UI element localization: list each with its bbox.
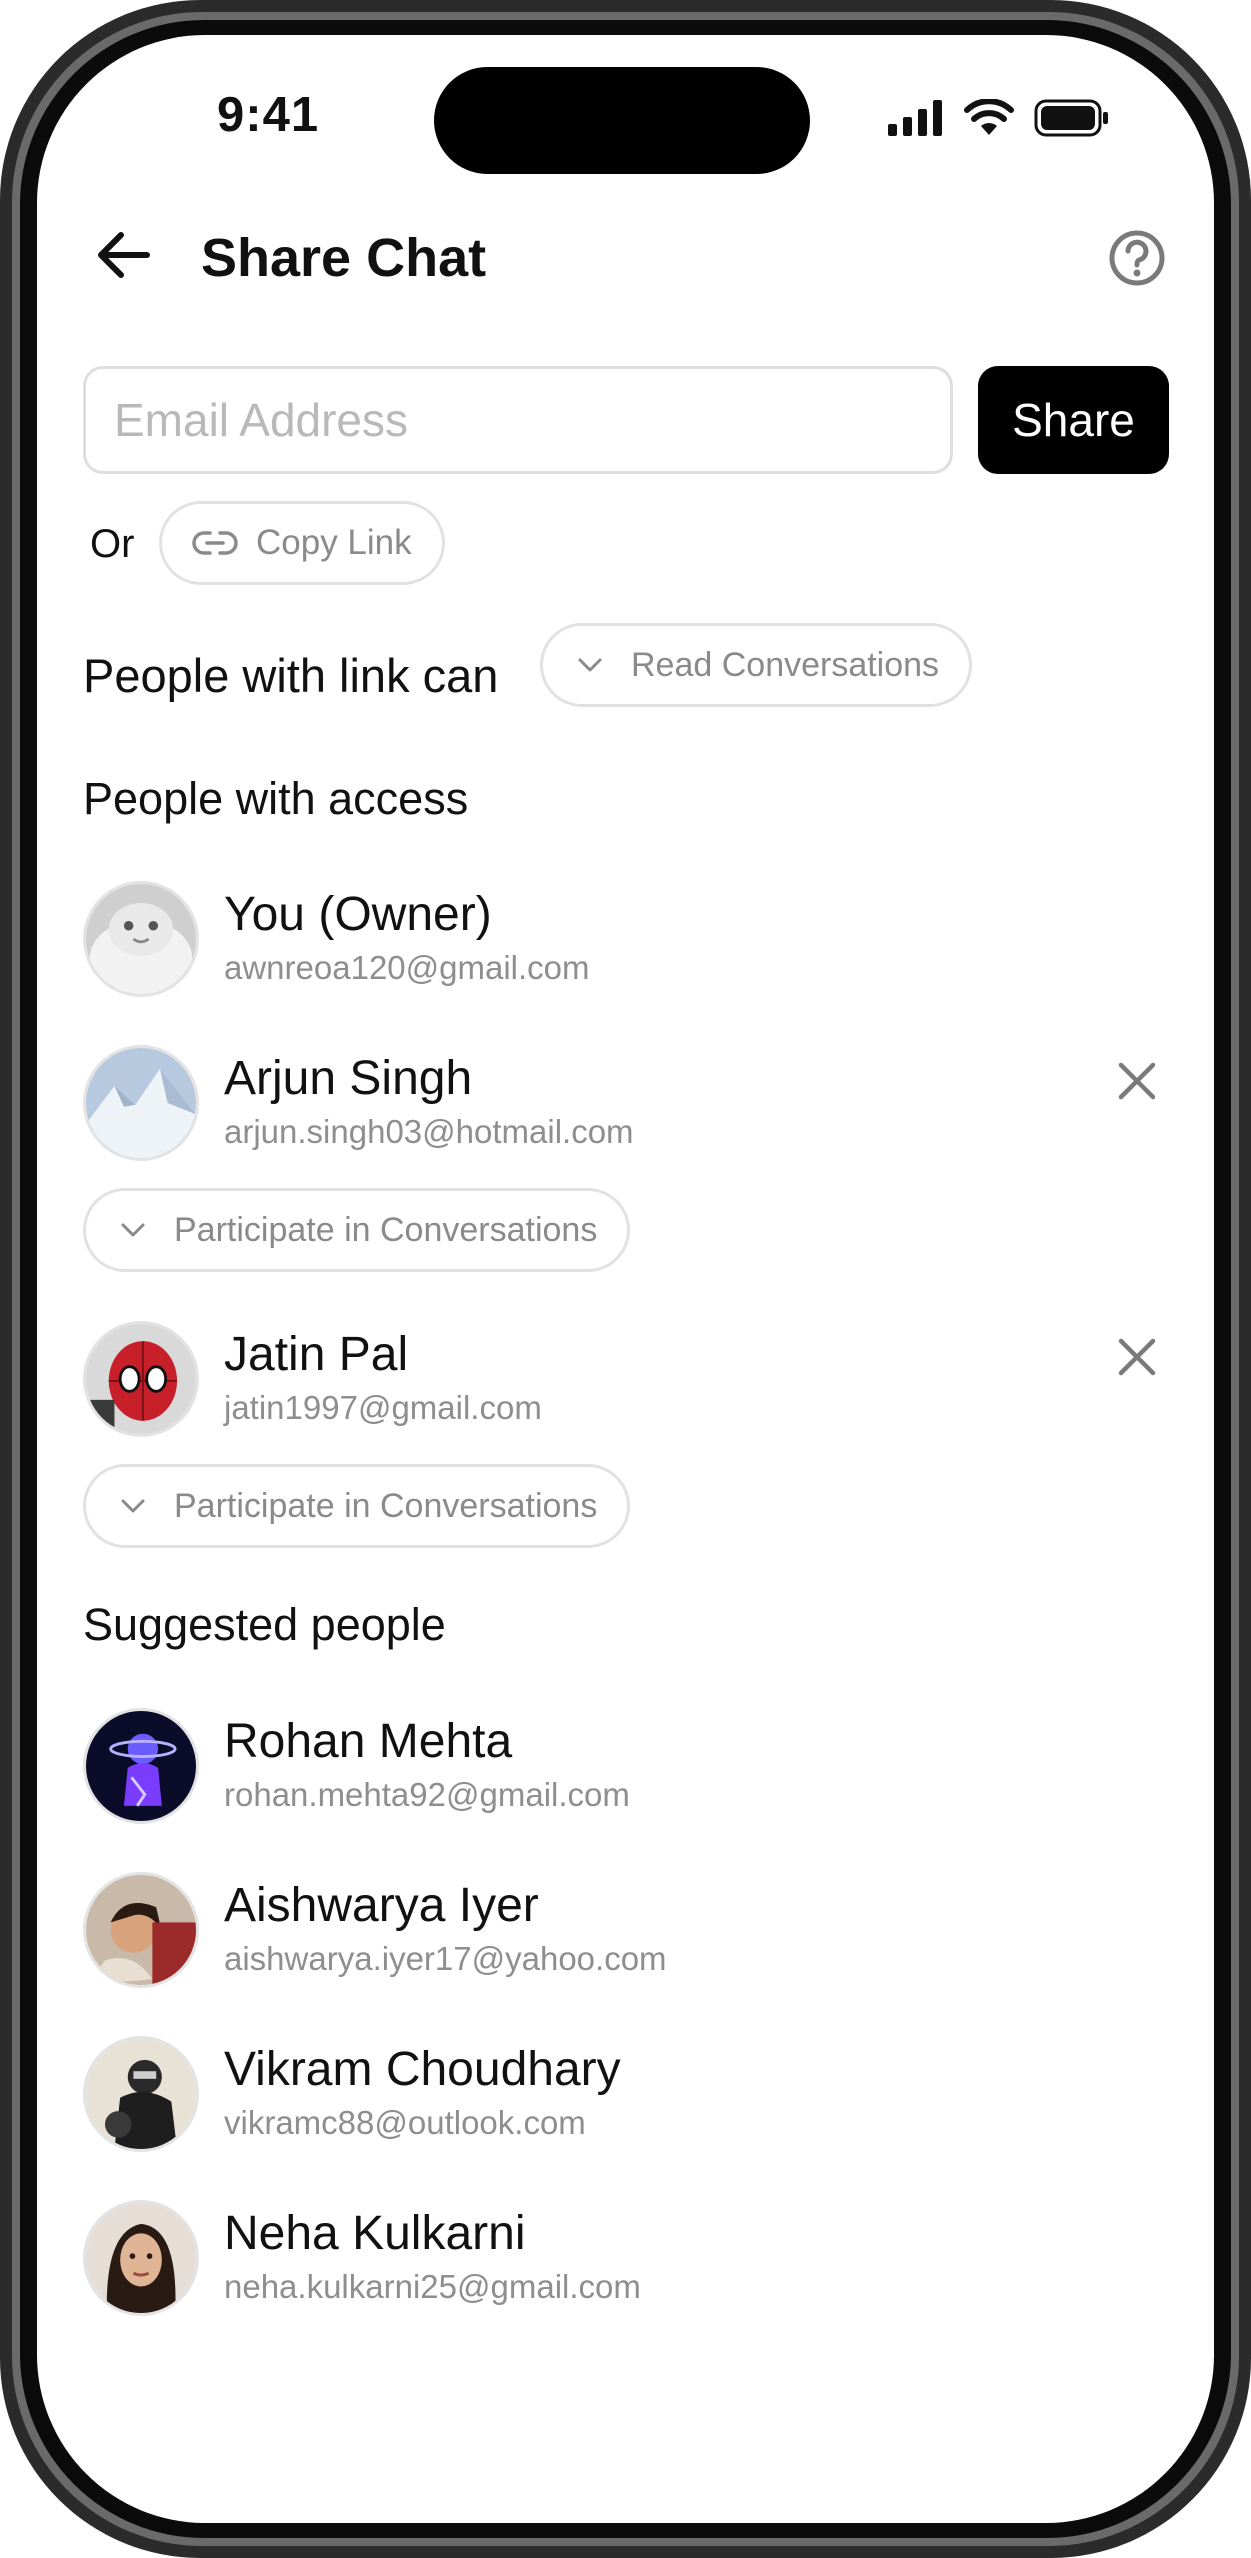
avatar <box>83 1872 199 1988</box>
cellular-signal-icon <box>888 100 942 136</box>
screen: 9:41 Share Chat Email Address Share Or C… <box>37 35 1214 2523</box>
person-email: vikramc88@outlook.com <box>224 2104 586 2141</box>
suggested-person[interactable]: Aishwarya Iyer aishwarya.iyer17@yahoo.co… <box>83 1872 1173 1992</box>
suggested-person[interactable]: Rohan Mehta rohan.mehta92@gmail.com <box>83 1708 1173 1828</box>
battery-icon <box>1034 99 1108 137</box>
remove-access-button[interactable] <box>1111 1055 1163 1107</box>
person-email: awnreoa120@gmail.com <box>224 949 590 986</box>
access-section-title: People with access <box>83 773 469 824</box>
person-name: Rohan Mehta <box>224 1715 513 1768</box>
link-permission-value: Read Conversations <box>631 645 940 684</box>
person-name: Vikram Choudhary <box>224 2043 621 2096</box>
permission-value: Participate in Conversations <box>174 1486 598 1525</box>
chevron-down-icon <box>578 658 602 672</box>
help-button[interactable] <box>1108 229 1166 287</box>
suggested-person[interactable]: Neha Kulkarni neha.kulkarni25@gmail.com <box>83 2200 1173 2320</box>
access-person-owner: You (Owner) awnreoa120@gmail.com <box>83 881 1173 1001</box>
avatar <box>83 1321 199 1437</box>
person-name: Jatin Pal <box>224 1328 409 1381</box>
close-icon <box>1118 1338 1156 1376</box>
access-person: Jatin Pal jatin1997@gmail.com <box>83 1321 1173 1441</box>
back-button[interactable] <box>87 225 157 285</box>
phone-frame: 9:41 Share Chat Email Address Share Or C… <box>0 0 1251 2558</box>
copy-link-label: Copy Link <box>256 523 412 562</box>
avatar <box>83 881 199 997</box>
permission-value: Participate in Conversations <box>174 1210 598 1249</box>
person-name: Arjun Singh <box>224 1052 473 1105</box>
person-email: arjun.singh03@hotmail.com <box>224 1113 634 1150</box>
link-icon <box>192 531 238 555</box>
page-title: Share Chat <box>201 228 487 288</box>
wifi-icon <box>964 99 1014 135</box>
share-button[interactable]: Share <box>978 366 1169 474</box>
person-email: jatin1997@gmail.com <box>224 1389 542 1426</box>
avatar <box>83 2200 199 2316</box>
person-email: aishwarya.iyer17@yahoo.com <box>224 1940 667 1977</box>
status-time: 9:41 <box>217 88 320 142</box>
person-name: You (Owner) <box>224 888 492 941</box>
avatar <box>83 1045 199 1161</box>
person-email: rohan.mehta92@gmail.com <box>224 1776 630 1813</box>
suggested-person[interactable]: Vikram Choudhary vikramc88@outlook.com <box>83 2036 1173 2156</box>
avatar <box>83 1708 199 1824</box>
link-permission-dropdown[interactable]: Read Conversations <box>540 623 973 707</box>
help-icon <box>1109 230 1165 286</box>
remove-access-button[interactable] <box>1111 1331 1163 1383</box>
dynamic-island <box>434 67 810 174</box>
status-icons <box>888 99 1110 137</box>
person-email: neha.kulkarni25@gmail.com <box>224 2268 641 2305</box>
suggested-section-title: Suggested people <box>83 1599 446 1650</box>
or-label: Or <box>90 522 135 566</box>
arrow-left-icon <box>98 232 150 278</box>
header: Share Chat <box>37 205 1214 305</box>
permission-dropdown[interactable]: Participate in Conversations <box>83 1188 631 1272</box>
chevron-down-icon <box>121 1223 145 1237</box>
person-name: Neha Kulkarni <box>224 2207 526 2260</box>
email-input[interactable] <box>83 366 953 474</box>
permission-dropdown[interactable]: Participate in Conversations <box>83 1464 631 1548</box>
close-icon <box>1118 1062 1156 1100</box>
person-name: Aishwarya Iyer <box>224 1879 539 1932</box>
avatar <box>83 2036 199 2152</box>
link-permission-label: People with link can <box>83 649 499 702</box>
chevron-down-icon <box>121 1499 145 1513</box>
access-person: Arjun Singh arjun.singh03@hotmail.com <box>83 1045 1173 1165</box>
copy-link-button[interactable]: Copy Link <box>159 501 445 585</box>
